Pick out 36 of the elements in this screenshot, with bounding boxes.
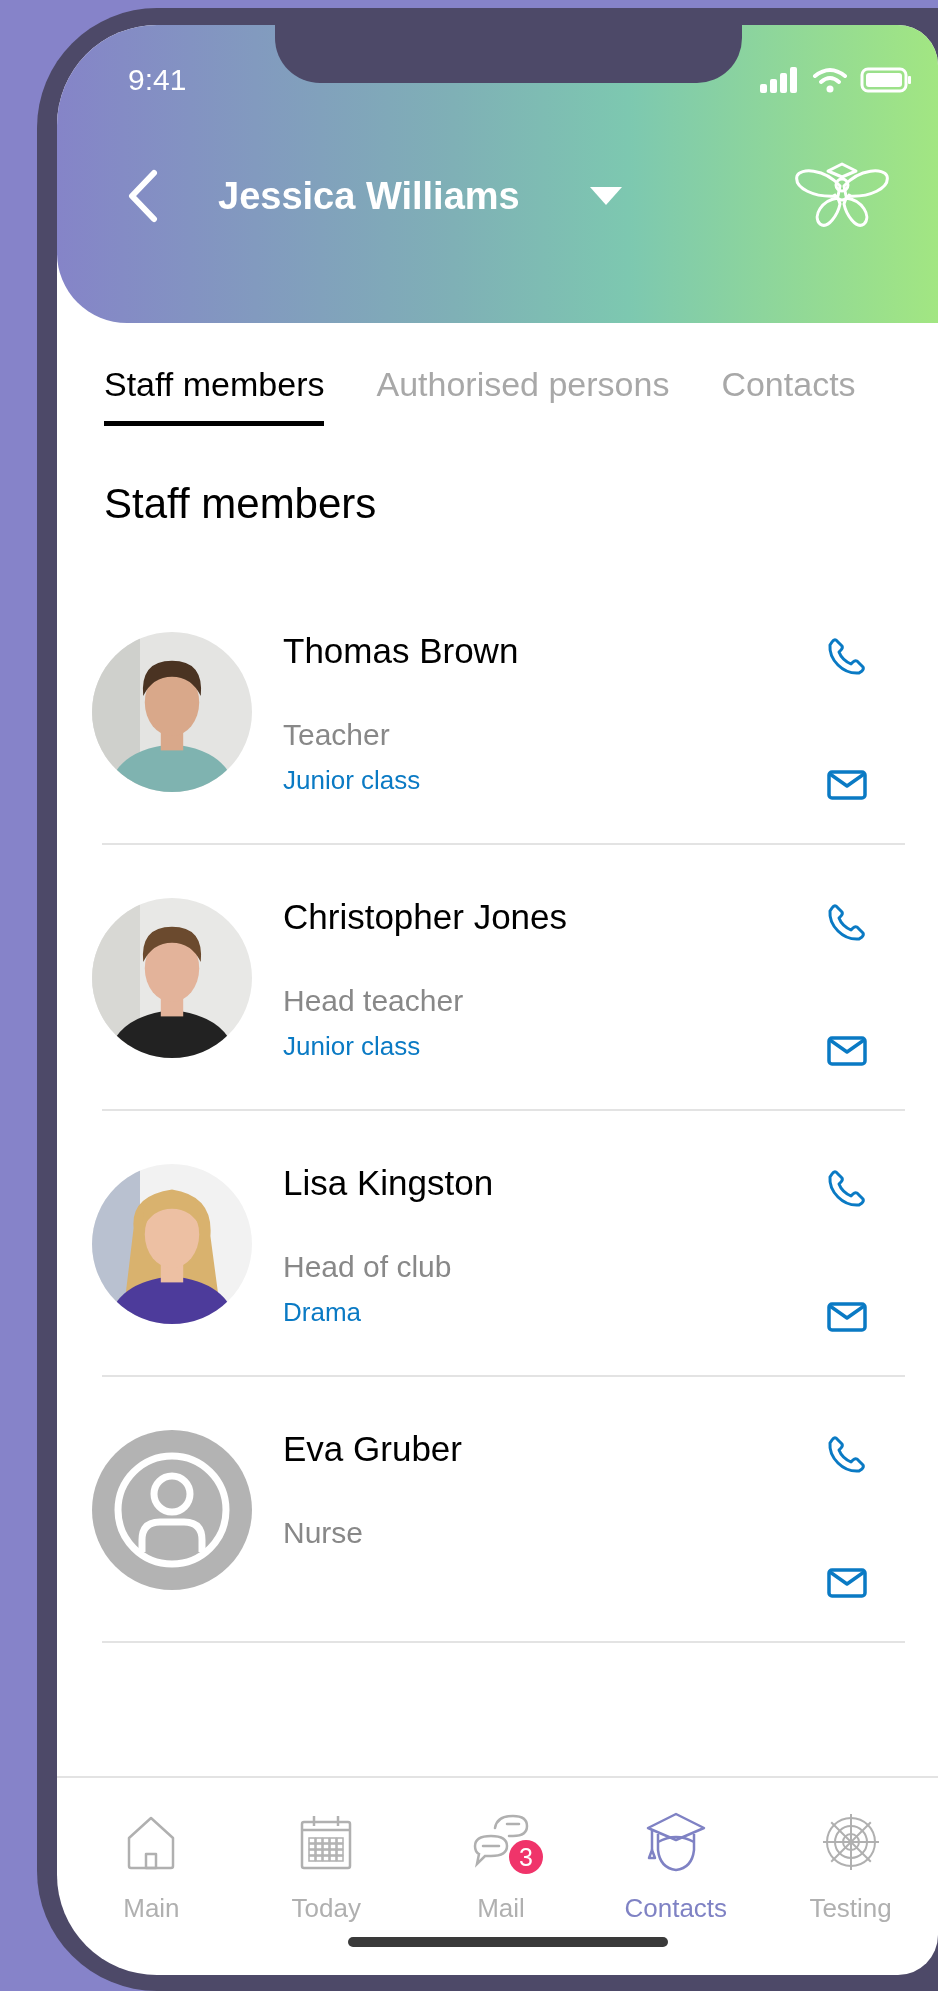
staff-name: Lisa Kingston (283, 1162, 494, 1204)
staff-role: Head teacher (283, 983, 464, 1019)
staff-group-link[interactable]: Drama (283, 1295, 361, 1329)
staff-group-link[interactable]: Junior class (283, 1029, 421, 1063)
mail-icon[interactable] (827, 1301, 867, 1333)
back-icon[interactable] (126, 169, 160, 223)
phone-icon[interactable] (827, 1168, 867, 1208)
tab[interactable]: Staff members (104, 363, 325, 426)
tab-bar-item[interactable]: Main (64, 1778, 239, 1925)
avatar-placeholder-icon (92, 1430, 252, 1590)
battery-icon (860, 67, 912, 93)
tab[interactable]: Contacts (721, 363, 856, 426)
staff-name: Thomas Brown (283, 630, 519, 672)
notification-badge: 3 (509, 1840, 543, 1874)
signal-icon (760, 67, 800, 93)
header-title[interactable]: Jessica Williams (218, 174, 520, 218)
wifi-icon (812, 67, 848, 93)
status-time: 9:41 (128, 63, 187, 97)
mail-icon[interactable] (827, 769, 867, 801)
tab-bar-item[interactable]: Testing (763, 1778, 938, 1925)
tab-bar-item[interactable]: Today (238, 1778, 414, 1925)
phone-icon[interactable] (827, 1434, 867, 1474)
staff-name: Christopher Jones (283, 896, 568, 938)
tab-bar-item[interactable]: 3 Mail (413, 1778, 589, 1925)
staff-role: Teacher (283, 717, 390, 753)
staff-name: Eva Gruber (283, 1428, 462, 1470)
mail-icon[interactable] (827, 1035, 867, 1067)
staff-role: Nurse (283, 1515, 364, 1551)
phone-icon[interactable] (827, 902, 867, 942)
mail-icon[interactable] (827, 1567, 867, 1599)
section-heading: Staff members (103, 482, 378, 526)
tab[interactable]: Authorised persons (376, 363, 670, 426)
staff-role: Head of club (283, 1249, 452, 1285)
tab-bar-item[interactable]: Contacts (588, 1778, 764, 1925)
phone-icon[interactable] (827, 636, 867, 676)
staff-group-link[interactable]: Junior class (283, 763, 421, 797)
